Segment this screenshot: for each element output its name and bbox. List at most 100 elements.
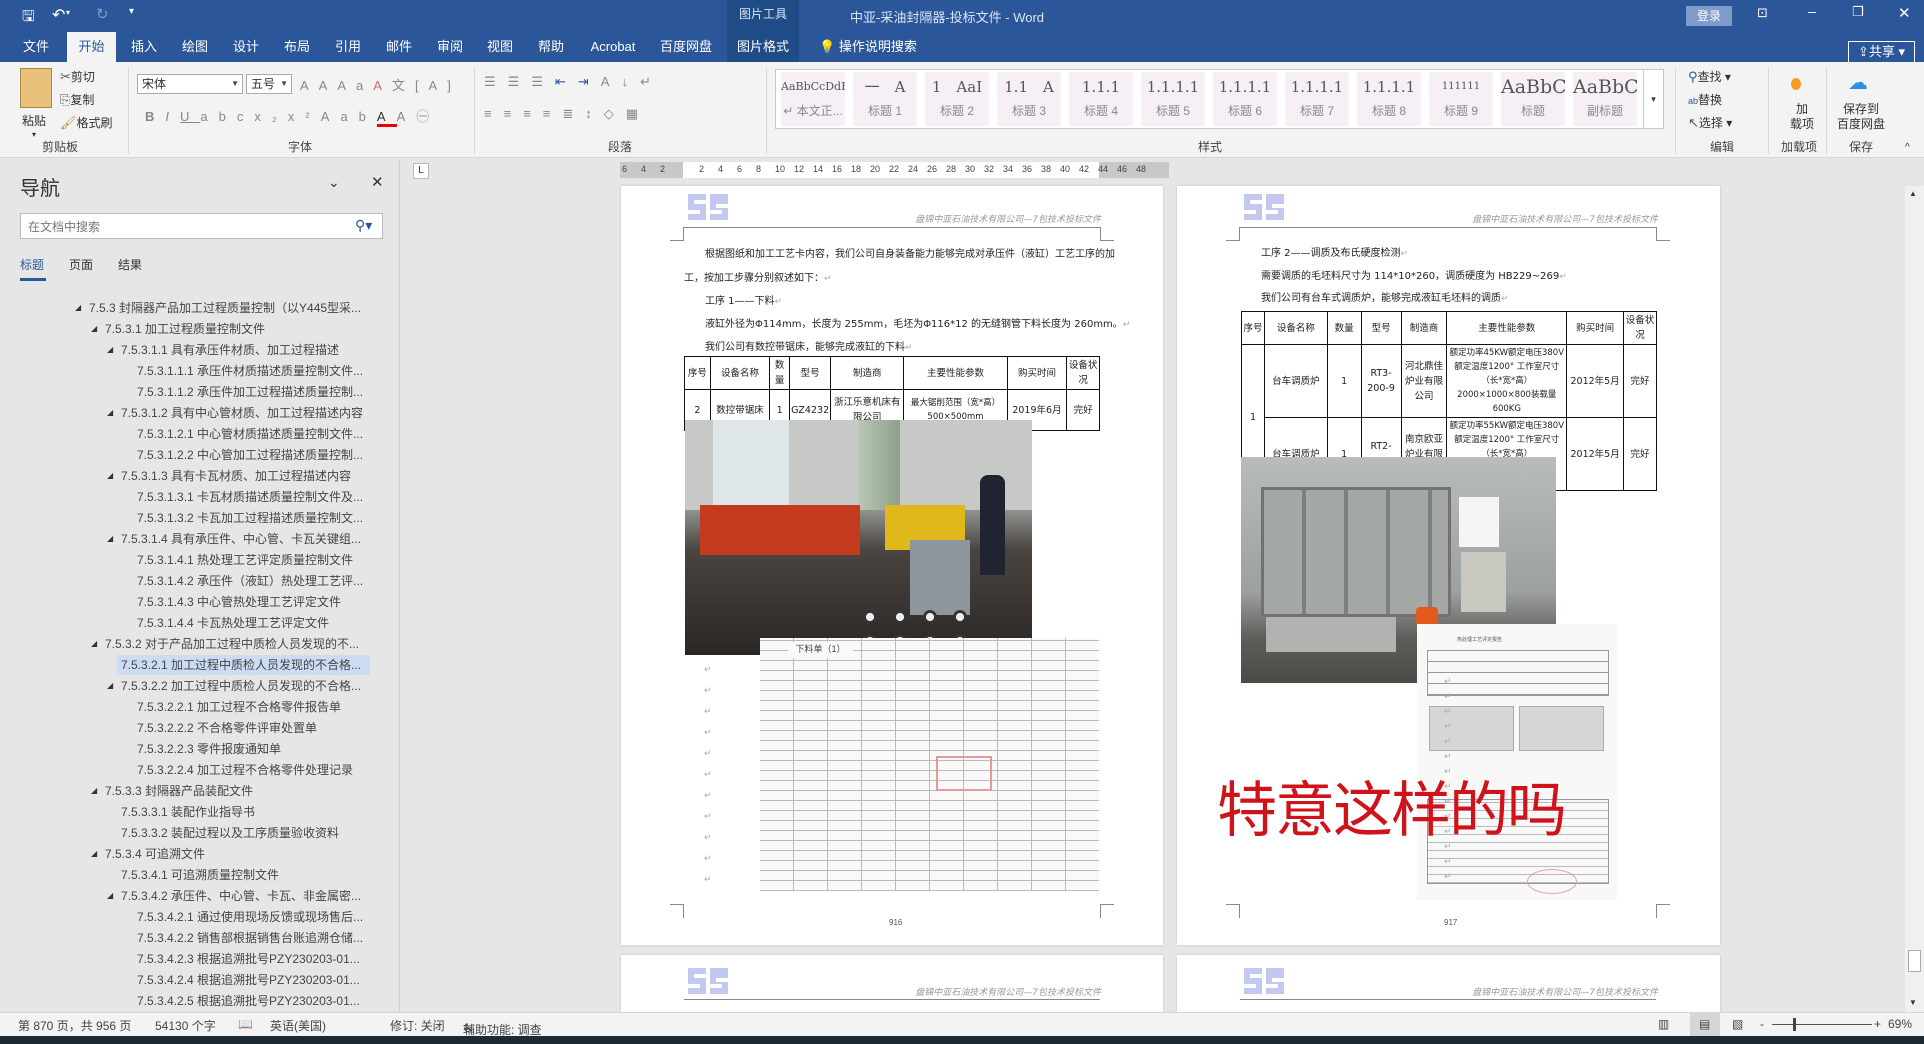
body-paragraph[interactable]: 工序 1——下料↵ xyxy=(705,291,782,313)
search-icon[interactable]: ⚲▾ xyxy=(355,217,372,234)
paragraph-tools-row1[interactable]: ☰☰☰⇤⇥A↓↵ xyxy=(484,74,663,90)
band-saw-photo[interactable] xyxy=(685,420,1032,655)
nav-heading-item[interactable]: 7.5.3.2.1 加工过程中质检人员发现的不合格... xyxy=(117,655,370,675)
cut-button[interactable]: ✂剪切 xyxy=(60,68,95,85)
nav-heading-item[interactable]: 7.5.3.1.3.1 卡瓦材质描述质量控制文件及... xyxy=(133,487,370,507)
font-name-combo[interactable]: 宋体 ▼ xyxy=(137,74,243,94)
close-icon[interactable]: ✕ xyxy=(371,173,384,191)
undo-dropdown-icon[interactable]: ▾ xyxy=(66,8,70,17)
nav-heading-item[interactable]: 7.5.3.3 封隔器产品装配文件 xyxy=(101,781,370,801)
tab-baidu-netdisk[interactable]: 百度网盘 xyxy=(655,32,717,62)
nav-heading-item[interactable]: 7.5.3.1.3.2 卡瓦加工过程描述质量控制文... xyxy=(133,508,370,528)
nav-heading-item[interactable]: 7.5.3.4.2.5 根据追溯批号PZY230203-01... xyxy=(133,991,370,1011)
tab-pages[interactable]: 页面 xyxy=(69,256,93,273)
tab-help[interactable]: 帮助 xyxy=(529,32,573,62)
redo-icon[interactable]: ↻ xyxy=(96,5,109,23)
style-2[interactable]: 一 A 标题 1 xyxy=(853,72,917,126)
style-4[interactable]: 1.1 A 标题 3 xyxy=(997,72,1061,126)
collapse-triangle-icon[interactable]: ◢ xyxy=(107,886,113,906)
collapse-triangle-icon[interactable]: ◢ xyxy=(107,676,113,696)
nav-heading-item[interactable]: 7.5.3.1.1.2 承压件加工过程描述质量控制... xyxy=(133,382,370,402)
nav-heading-item[interactable]: 7.5.3.1.1.1 承压件材质描述质量控制文件... xyxy=(133,361,370,381)
cutting-list-scan[interactable]: 下料单（1） xyxy=(760,638,1099,891)
zoom-slider-thumb[interactable] xyxy=(1793,1018,1796,1031)
nav-heading-item[interactable]: 7.5.3.1.4.2 承压件（液缸）热处理工艺评... xyxy=(133,571,370,591)
save-to-baidu-button[interactable]: 保存到 百度网盘 xyxy=(1837,102,1885,132)
tab-headings[interactable]: 标题 xyxy=(20,256,44,273)
undo-icon[interactable]: ↶ xyxy=(52,5,65,25)
find-button[interactable]: ⚲查找 ▾ xyxy=(1688,68,1731,85)
collapse-triangle-icon[interactable]: ◢ xyxy=(107,466,113,486)
font-tools-row2[interactable]: BIUabcx₂x²AabAA㊀ xyxy=(145,106,440,127)
tab-draw[interactable]: 绘图 xyxy=(173,32,217,62)
scroll-down-icon[interactable]: ▼ xyxy=(1909,998,1917,1007)
nav-heading-item[interactable]: 7.5.3.2.2 加工过程中质检人员发现的不合格... xyxy=(117,676,370,696)
tab-mailings[interactable]: 邮件 xyxy=(377,32,421,62)
style-3[interactable]: 1 AaI 标题 2 xyxy=(925,72,989,126)
page-916[interactable]: 盘锦中亚石油技术有限公司—7包技术投标文件 根据图纸和加工工艺卡内容，我们公司自… xyxy=(621,186,1163,945)
tab-acrobat[interactable]: Acrobat xyxy=(583,32,643,62)
body-paragraph[interactable]: 我们公司有台车式调质炉，能够完成液缸毛坯料的调质↵ xyxy=(1261,288,1509,310)
horizontal-ruler[interactable]: 6 4 2 2 4 6 8 10 12 14 16 18 20 22 24 26 28 30 32 34 36 38 40 4… xyxy=(620,162,1169,178)
nav-heading-item[interactable]: 7.5.3.1.4.1 热处理工艺评定质量控制文件 xyxy=(133,550,370,570)
read-mode-icon[interactable]: ▥ xyxy=(1658,1017,1669,1031)
save-icon[interactable]: 🖫 xyxy=(22,6,35,31)
nav-heading-item[interactable]: 7.5.3.4 可追溯文件 xyxy=(101,844,370,864)
tab-view[interactable]: 视图 xyxy=(478,32,522,62)
nav-heading-item[interactable]: 7.5.3.4.2.2 销售部根据销售台账追溯仓储... xyxy=(133,928,370,948)
font-size-combo[interactable]: 五号 ▼ xyxy=(246,74,292,94)
styles-more-icon[interactable]: ▾ xyxy=(1643,70,1663,128)
body-paragraph[interactable]: 工，按加工步骤分别叙述如下：↵ xyxy=(684,268,832,290)
body-paragraph[interactable]: 工序 2——调质及布氏硬度检测↵ xyxy=(1261,243,1408,265)
collapse-ribbon-icon[interactable]: ^ xyxy=(1905,142,1910,153)
paste-icon[interactable] xyxy=(20,68,52,108)
page-919[interactable]: 盘锦中亚石油技术有限公司—7包技术投标文件 xyxy=(1177,955,1720,1012)
nav-heading-item[interactable]: 7.5.3.1.1 具有承压件材质、加工过程描述 xyxy=(117,340,370,360)
style-6[interactable]: 1.1.1.1 标题 5 xyxy=(1141,72,1205,126)
print-layout-icon[interactable]: ▤ xyxy=(1690,1013,1720,1036)
style-1[interactable]: AaBbCcDdE ↵ 本文正... xyxy=(781,72,845,126)
nav-heading-item[interactable]: 7.5.3.1.4 具有承压件、中心管、卡瓦关键组... xyxy=(117,529,370,549)
addins-button[interactable]: 加载项 xyxy=(1790,102,1814,132)
nav-heading-item[interactable]: 7.5.3.4.2 承压件、中心管、卡瓦、非金属密... xyxy=(117,886,370,906)
vertical-scrollbar[interactable]: ▲ ▼ xyxy=(1905,186,1924,1012)
nav-heading-item[interactable]: 7.5.3.1.4.4 卡瓦热处理工艺评定文件 xyxy=(133,613,370,633)
addins-icon[interactable] xyxy=(1791,78,1801,90)
body-paragraph[interactable]: 需要调质的毛坯料尺寸为 114*10*260，调质硬度为 HB229~269↵ xyxy=(1261,266,1567,288)
baidu-netdisk-icon[interactable]: ☁ xyxy=(1848,70,1868,95)
body-paragraph[interactable]: 根据图纸和加工工艺卡内容，我们公司自身装备能力能够完成对承压件（液缸）工艺工序的… xyxy=(705,244,1115,266)
nav-heading-item[interactable]: 7.5.3.4.2.4 根据追溯批号PZY230203-01... xyxy=(133,970,370,990)
tab-insert[interactable]: 插入 xyxy=(122,32,166,62)
collapse-triangle-icon[interactable]: ◢ xyxy=(91,844,97,864)
style-11[interactable]: AaBbC 标题 xyxy=(1501,72,1565,126)
scroll-thumb[interactable] xyxy=(1908,950,1921,972)
nav-search-input[interactable]: 在文档中搜索 ⚲▾ xyxy=(20,213,383,239)
zoom-out-button[interactable]: - xyxy=(1760,1017,1764,1031)
nav-heading-item[interactable]: 7.5.3.1.2.2 中心管加工过程描述质量控制... xyxy=(133,445,370,465)
zoom-slider[interactable] xyxy=(1772,1024,1872,1025)
nav-heading-item[interactable]: 7.5.3.1.2 具有中心管材质、加工过程描述内容 xyxy=(117,403,370,423)
restore-icon[interactable]: ❐ xyxy=(1852,4,1864,20)
tab-home[interactable]: 开始 xyxy=(67,32,116,62)
nav-heading-item[interactable]: 7.5.3.2 对于产品加工过程中质检人员发现的不... xyxy=(101,634,370,654)
nav-heading-item[interactable]: 7.5.3.1.3 具有卡瓦材质、加工过程描述内容 xyxy=(117,466,370,486)
nav-heading-item[interactable]: 7.5.3.2.2.4 加工过程不合格零件处理记录 xyxy=(133,760,370,780)
proofing-icon[interactable]: 📖 xyxy=(238,1017,253,1031)
share-button[interactable]: ⇪共享 ▾ xyxy=(1848,41,1915,63)
collapse-triangle-icon[interactable]: ◢ xyxy=(75,298,81,318)
close-icon[interactable]: ✕ xyxy=(1898,4,1911,22)
nav-heading-item[interactable]: 7.5.3 封隔器产品加工过程质量控制（以Y445型采... xyxy=(85,298,370,318)
tab-selector[interactable]: L xyxy=(413,163,429,179)
style-10[interactable]: 111111 标题 9 xyxy=(1429,72,1493,126)
tab-layout[interactable]: 布局 xyxy=(275,32,319,62)
collapse-triangle-icon[interactable]: ◢ xyxy=(91,781,97,801)
select-button[interactable]: ↖选择 ▾ xyxy=(1688,114,1732,131)
nav-heading-item[interactable]: 7.5.3.1.2.1 中心管材质描述质量控制文件... xyxy=(133,424,370,444)
customize-toolbar-icon[interactable]: ▾ xyxy=(129,6,134,17)
collapse-triangle-icon[interactable]: ◢ xyxy=(107,529,113,549)
format-painter-button[interactable]: 🖌格式刷 xyxy=(60,114,113,131)
chevron-down-icon[interactable]: ⌄ xyxy=(328,174,340,191)
language[interactable]: 英语(美国) xyxy=(270,1017,326,1034)
body-paragraph[interactable]: 液缸外径为Φ114mm，长度为 255mm，毛坯为Φ116*12 的无缝钢管下料… xyxy=(705,314,1130,336)
track-changes-status[interactable]: 修订: 关闭 xyxy=(390,1017,445,1034)
